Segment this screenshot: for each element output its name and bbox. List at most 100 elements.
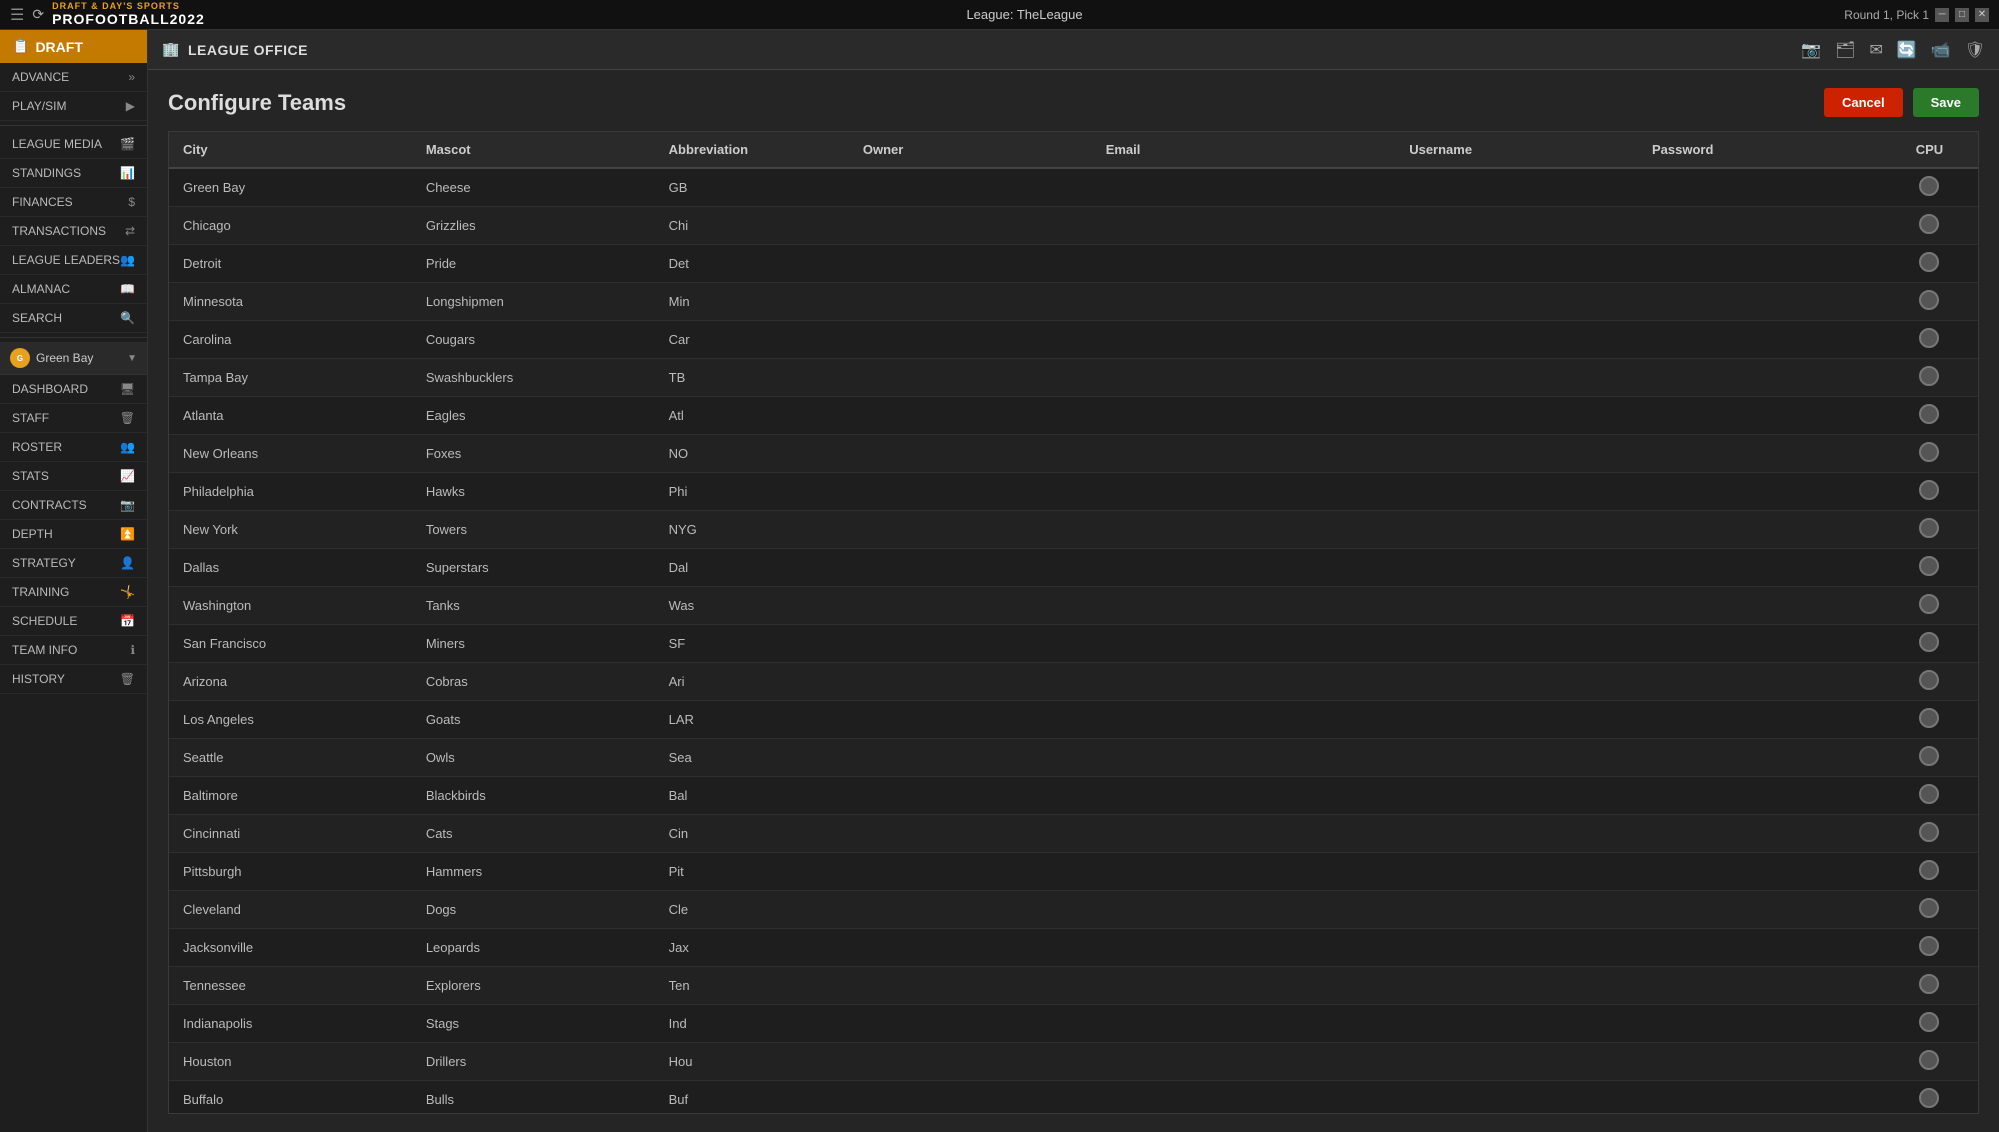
cpu-toggle-button[interactable] — [1919, 594, 1939, 614]
shield-icon[interactable]: 🛡 — [1965, 40, 1985, 60]
team-username-input[interactable] — [1395, 321, 1638, 359]
table-row[interactable]: Los Angeles Goats LAR — [169, 701, 1978, 739]
team-password-input[interactable] — [1638, 663, 1881, 701]
team-password-input[interactable] — [1638, 397, 1881, 435]
team-username-input[interactable] — [1395, 967, 1638, 1005]
team-password-input[interactable] — [1638, 359, 1881, 397]
team-cpu-toggle[interactable] — [1881, 929, 1978, 967]
table-row[interactable]: Seattle Owls Sea — [169, 739, 1978, 777]
team-email-input[interactable] — [1092, 701, 1396, 739]
team-owner-input[interactable] — [849, 853, 1092, 891]
cpu-toggle-button[interactable] — [1919, 670, 1939, 690]
camera-icon[interactable]: 📷 — [1801, 40, 1821, 60]
team-owner-input[interactable] — [849, 245, 1092, 283]
team-owner-input[interactable] — [849, 1081, 1092, 1115]
team-email-input[interactable] — [1092, 435, 1396, 473]
team-cpu-toggle[interactable] — [1881, 777, 1978, 815]
team-email-input[interactable] — [1092, 777, 1396, 815]
sidebar-item-depth[interactable]: DEPTH ⏫ — [0, 520, 147, 549]
team-owner-input[interactable] — [849, 625, 1092, 663]
table-row[interactable]: Atlanta Eagles Atl — [169, 397, 1978, 435]
sidebar-item-contracts[interactable]: CONTRACTS 📷 — [0, 491, 147, 520]
cpu-toggle-button[interactable] — [1919, 176, 1939, 196]
team-password-input[interactable] — [1638, 967, 1881, 1005]
refresh-icon[interactable]: ⟳ — [32, 6, 44, 23]
table-row[interactable]: Tampa Bay Swashbucklers TB — [169, 359, 1978, 397]
cpu-toggle-button[interactable] — [1919, 442, 1939, 462]
team-owner-input[interactable] — [849, 359, 1092, 397]
save-button[interactable]: Save — [1913, 88, 1979, 117]
team-email-input[interactable] — [1092, 397, 1396, 435]
cpu-toggle-button[interactable] — [1919, 290, 1939, 310]
team-username-input[interactable] — [1395, 929, 1638, 967]
sidebar-item-playsim[interactable]: PLAY/SIM ▶ — [0, 92, 147, 121]
team-owner-input[interactable] — [849, 207, 1092, 245]
table-row[interactable]: Cleveland Dogs Cle — [169, 891, 1978, 929]
team-owner-input[interactable] — [849, 1043, 1092, 1081]
team-username-input[interactable] — [1395, 397, 1638, 435]
team-cpu-toggle[interactable] — [1881, 967, 1978, 1005]
team-cpu-toggle[interactable] — [1881, 245, 1978, 283]
sidebar-team-selector[interactable]: G Green Bay ▼ — [0, 342, 147, 375]
team-cpu-toggle[interactable] — [1881, 663, 1978, 701]
table-row[interactable]: Houston Drillers Hou — [169, 1043, 1978, 1081]
team-owner-input[interactable] — [849, 967, 1092, 1005]
cpu-toggle-button[interactable] — [1919, 746, 1939, 766]
video-icon[interactable]: 📹 — [1931, 40, 1951, 60]
email-icon[interactable]: ✉ — [1869, 40, 1882, 60]
cpu-toggle-button[interactable] — [1919, 974, 1939, 994]
team-cpu-toggle[interactable] — [1881, 435, 1978, 473]
close-button[interactable]: ✕ — [1975, 8, 1989, 22]
table-row[interactable]: Green Bay Cheese GB — [169, 168, 1978, 207]
cancel-button[interactable]: Cancel — [1824, 88, 1903, 117]
team-email-input[interactable] — [1092, 929, 1396, 967]
team-username-input[interactable] — [1395, 625, 1638, 663]
team-username-input[interactable] — [1395, 549, 1638, 587]
team-username-input[interactable] — [1395, 1043, 1638, 1081]
team-password-input[interactable] — [1638, 473, 1881, 511]
team-password-input[interactable] — [1638, 321, 1881, 359]
team-cpu-toggle[interactable] — [1881, 625, 1978, 663]
team-password-input[interactable] — [1638, 207, 1881, 245]
team-username-input[interactable] — [1395, 359, 1638, 397]
sidebar-item-search[interactable]: SEARCH 🔍 — [0, 304, 147, 333]
team-username-input[interactable] — [1395, 1081, 1638, 1115]
team-password-input[interactable] — [1638, 777, 1881, 815]
team-password-input[interactable] — [1638, 435, 1881, 473]
team-username-input[interactable] — [1395, 1005, 1638, 1043]
team-email-input[interactable] — [1092, 891, 1396, 929]
sidebar-item-almanac[interactable]: ALMANAC 📖 — [0, 275, 147, 304]
team-password-input[interactable] — [1638, 891, 1881, 929]
cpu-toggle-button[interactable] — [1919, 1012, 1939, 1032]
team-email-input[interactable] — [1092, 739, 1396, 777]
team-cpu-toggle[interactable] — [1881, 397, 1978, 435]
team-password-input[interactable] — [1638, 283, 1881, 321]
team-owner-input[interactable] — [849, 549, 1092, 587]
team-password-input[interactable] — [1638, 549, 1881, 587]
team-username-input[interactable] — [1395, 435, 1638, 473]
cpu-toggle-button[interactable] — [1919, 936, 1939, 956]
sidebar-item-schedule[interactable]: SCHEDULE 📅 — [0, 607, 147, 636]
team-username-input[interactable] — [1395, 511, 1638, 549]
cpu-toggle-button[interactable] — [1919, 784, 1939, 804]
cpu-toggle-button[interactable] — [1919, 328, 1939, 348]
team-owner-input[interactable] — [849, 435, 1092, 473]
team-cpu-toggle[interactable] — [1881, 549, 1978, 587]
team-owner-input[interactable] — [849, 1005, 1092, 1043]
team-email-input[interactable] — [1092, 245, 1396, 283]
sidebar-item-roster[interactable]: ROSTER 👥 — [0, 433, 147, 462]
table-row[interactable]: Buffalo Bulls Buf — [169, 1081, 1978, 1115]
team-email-input[interactable] — [1092, 359, 1396, 397]
team-username-input[interactable] — [1395, 207, 1638, 245]
team-cpu-toggle[interactable] — [1881, 815, 1978, 853]
table-row[interactable]: Cincinnati Cats Cin — [169, 815, 1978, 853]
sync-icon[interactable]: 🔄 — [1897, 40, 1917, 60]
cpu-toggle-button[interactable] — [1919, 860, 1939, 880]
sidebar-item-stats[interactable]: STATS 📈 — [0, 462, 147, 491]
table-row[interactable]: Minnesota Longshipmen Min — [169, 283, 1978, 321]
team-email-input[interactable] — [1092, 1005, 1396, 1043]
cpu-toggle-button[interactable] — [1919, 1050, 1939, 1070]
table-row[interactable]: Arizona Cobras Ari — [169, 663, 1978, 701]
cpu-toggle-button[interactable] — [1919, 404, 1939, 424]
team-password-input[interactable] — [1638, 815, 1881, 853]
